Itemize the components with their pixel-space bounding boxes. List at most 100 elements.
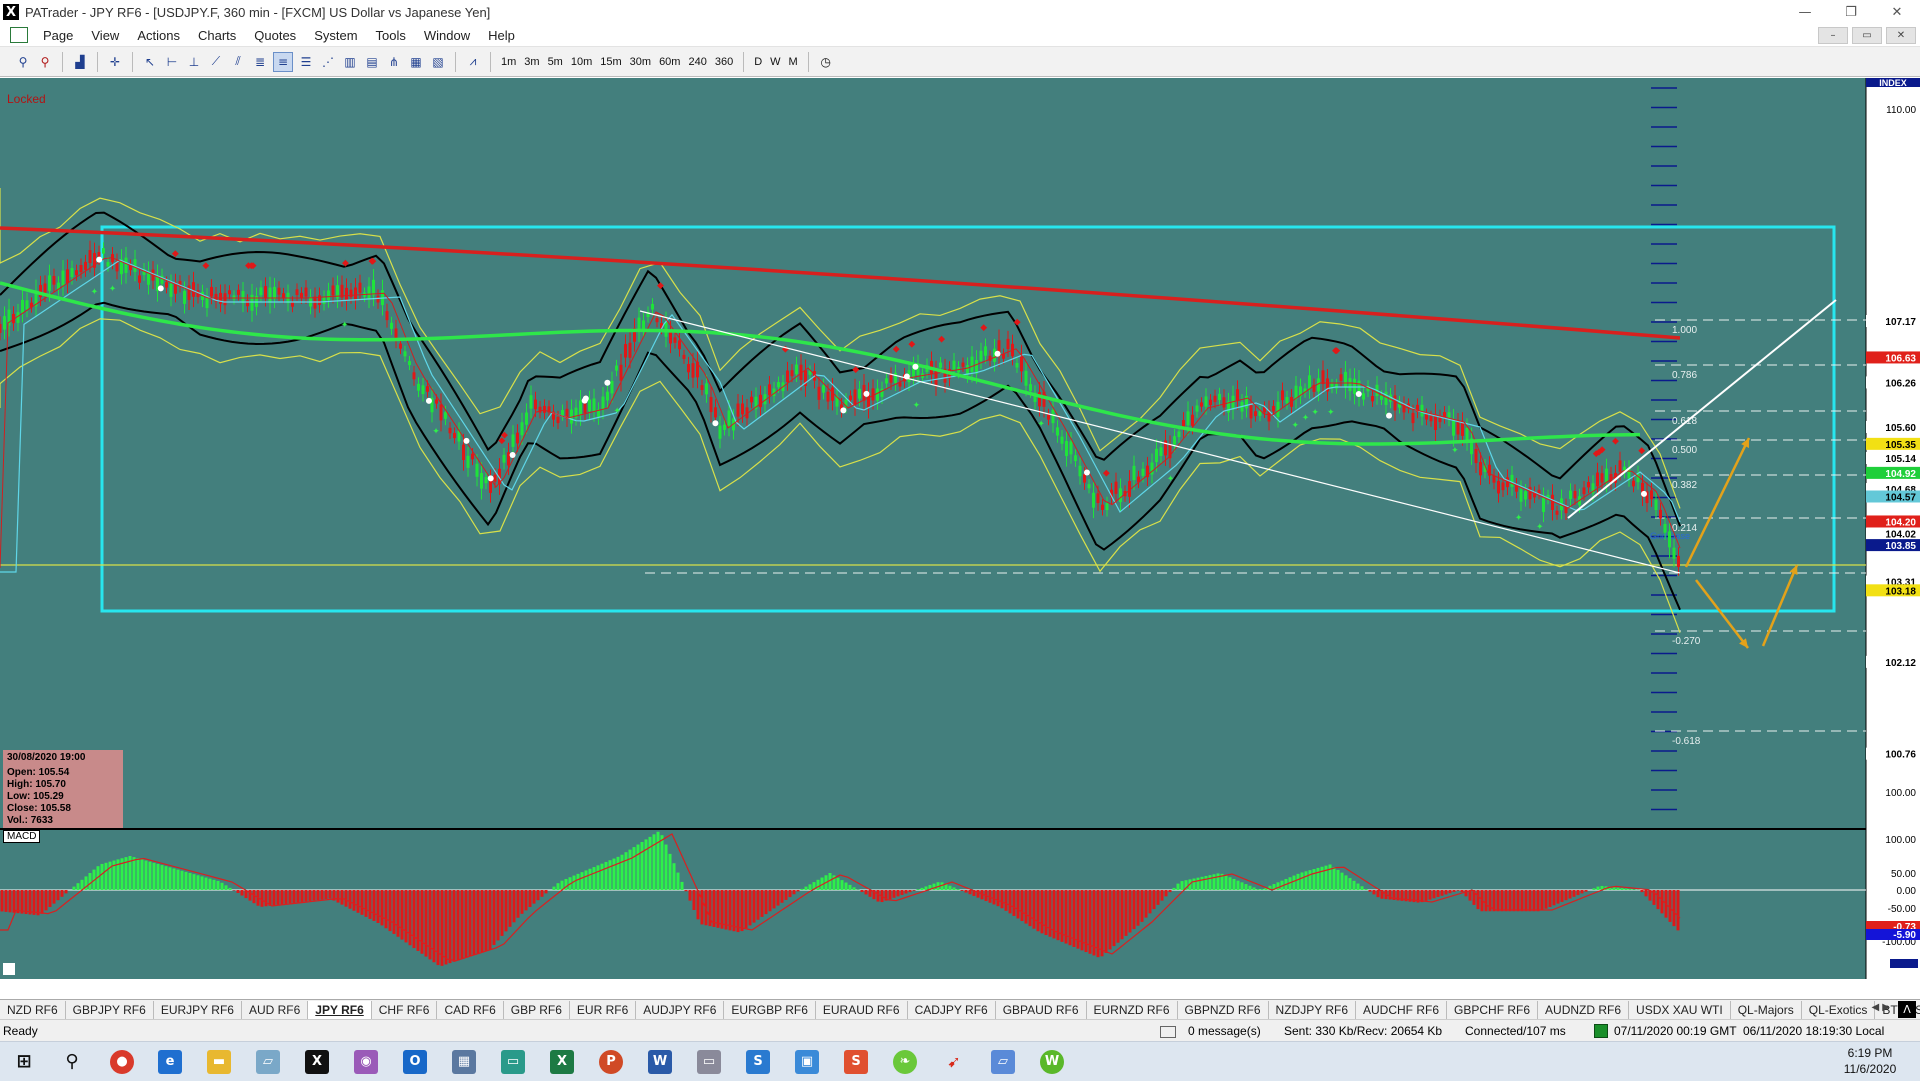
timeframe-30m[interactable]: 30m: [626, 56, 655, 68]
unlink-chart-icon[interactable]: ⚲: [36, 53, 54, 71]
tablet-app[interactable]: ▱: [244, 1042, 292, 1081]
ninja-app[interactable]: ❧: [881, 1042, 929, 1081]
tab-gbpjpy-rf6[interactable]: GBPJPY RF6: [66, 1001, 154, 1019]
tab-eurjpy-rf6[interactable]: EURJPY RF6: [154, 1001, 242, 1019]
menu-window[interactable]: Window: [415, 28, 479, 43]
mdi-close-button[interactable]: ✕: [1886, 27, 1916, 44]
explorer-app[interactable]: ▬: [195, 1042, 243, 1081]
start-button[interactable]: ⊞: [0, 1042, 48, 1081]
menu-quotes[interactable]: Quotes: [245, 28, 305, 43]
tab-cadjpy-rf6[interactable]: CADJPY RF6: [908, 1001, 996, 1019]
timeframe-360[interactable]: 360: [711, 56, 737, 68]
timeframe-monthly[interactable]: M: [785, 56, 802, 68]
menu-tools[interactable]: Tools: [367, 28, 415, 43]
gann-grid-icon[interactable]: ▥: [341, 53, 359, 71]
mdi-minimize-button[interactable]: –: [1818, 27, 1848, 44]
fib-extension-icon[interactable]: ☰: [297, 53, 315, 71]
tab-cad-rf6[interactable]: CAD RF6: [437, 1001, 503, 1019]
tab-euraud-rf6[interactable]: EURAUD RF6: [816, 1001, 908, 1019]
chrome-app[interactable]: ●: [98, 1042, 146, 1081]
tab-audchf-rf6[interactable]: AUDCHF RF6: [1356, 1001, 1447, 1019]
tab-eurnzd-rf6[interactable]: EURNZD RF6: [1087, 1001, 1178, 1019]
menu-system[interactable]: System: [305, 28, 366, 43]
system-clock[interactable]: 6:19 PM 11/6/2020: [1830, 1045, 1910, 1077]
search-button[interactable]: ⚲: [48, 1042, 96, 1081]
indicator-icon[interactable]: ⩘: [464, 53, 482, 71]
close-button[interactable]: ✕: [1874, 0, 1920, 24]
clock-icon[interactable]: ◷: [817, 53, 835, 71]
timeframe-1m[interactable]: 1m: [497, 56, 520, 68]
menu-help[interactable]: Help: [479, 28, 524, 43]
timeframe-5m[interactable]: 5m: [544, 56, 567, 68]
tab-audnzd-rf6[interactable]: AUDNZD RF6: [1538, 1001, 1629, 1019]
candle-body: [1340, 374, 1343, 381]
chart-type-icon[interactable]: ▟: [71, 53, 89, 71]
menu-charts[interactable]: Charts: [189, 28, 245, 43]
screen-app[interactable]: ▣: [783, 1042, 831, 1081]
menu-view[interactable]: View: [82, 28, 128, 43]
drive-app[interactable]: ▭: [685, 1042, 733, 1081]
channel-icon[interactable]: ⫽: [229, 53, 247, 71]
link-chart-icon[interactable]: ⚲: [14, 53, 32, 71]
tab-ql-exotics[interactable]: QL-Exotics: [1802, 1001, 1876, 1019]
timeframe-daily[interactable]: D: [750, 56, 766, 68]
tab-gbpchf-rf6[interactable]: GBPCHF RF6: [1447, 1001, 1538, 1019]
level-icon[interactable]: ▦: [407, 53, 425, 71]
vertical-line-icon[interactable]: ⊥: [185, 53, 203, 71]
word-app[interactable]: W: [636, 1042, 684, 1081]
price-chart[interactable]: INDEX1.0000.7860.6180.5000.3820.214-0.27…: [0, 78, 1920, 979]
monitor-app[interactable]: ▭: [489, 1042, 537, 1081]
menu-actions[interactable]: Actions: [128, 28, 189, 43]
bird-app[interactable]: ➹: [930, 1042, 978, 1081]
tab-eur-rf6[interactable]: EUR RF6: [570, 1001, 636, 1019]
tab-nzd-rf6[interactable]: NZD RF6: [0, 1001, 66, 1019]
snagit-editor-app[interactable]: S: [832, 1042, 880, 1081]
snagit-app[interactable]: S: [734, 1042, 782, 1081]
fib-retracement-icon[interactable]: ≣: [251, 53, 269, 71]
trend-line-icon[interactable]: ⟋: [207, 53, 225, 71]
pitchfork-icon[interactable]: ⋔: [385, 53, 403, 71]
tab-nzdjpy-rf6[interactable]: NZDJPY RF6: [1269, 1001, 1356, 1019]
crosshair-icon[interactable]: ✛: [106, 53, 124, 71]
calculator-app[interactable]: ▦: [440, 1042, 488, 1081]
chart-menu-icon[interactable]: [10, 27, 28, 43]
pointer-icon[interactable]: ↖: [141, 53, 159, 71]
tab-gbp-rf6[interactable]: GBP RF6: [504, 1001, 570, 1019]
laptop-app[interactable]: ▱: [979, 1042, 1027, 1081]
timeframe-15m[interactable]: 15m: [596, 56, 625, 68]
powerpoint-app[interactable]: P: [587, 1042, 635, 1081]
tab-scroll-arrows[interactable]: ◀ ▶: [1871, 1002, 1890, 1013]
restore-button[interactable]: ❐: [1828, 0, 1874, 24]
timeframe-weekly[interactable]: W: [766, 56, 784, 68]
mdi-restore-button[interactable]: ▭: [1852, 27, 1882, 44]
menu-page[interactable]: Page: [34, 28, 82, 43]
outlook-app[interactable]: O: [391, 1042, 439, 1081]
tab-usdx-xau-wti[interactable]: USDX XAU WTI: [1629, 1001, 1731, 1019]
tab-aud-rf6[interactable]: AUD RF6: [242, 1001, 308, 1019]
tab-ql-majors[interactable]: QL-Majors: [1731, 1001, 1802, 1019]
fan-icon[interactable]: ⋰: [319, 53, 337, 71]
minimize-button[interactable]: —: [1782, 0, 1828, 24]
timeframe-10m[interactable]: 10m: [567, 56, 596, 68]
timeframe-240[interactable]: 240: [684, 56, 710, 68]
patrader-app[interactable]: X: [293, 1042, 341, 1081]
tab-audjpy-rf6[interactable]: AUDJPY RF6: [636, 1001, 724, 1019]
timeframe-60m[interactable]: 60m: [655, 56, 684, 68]
tab-gbpaud-rf6[interactable]: GBPAUD RF6: [996, 1001, 1087, 1019]
fib-selected-icon[interactable]: ≡: [273, 52, 293, 72]
horizontal-line-icon[interactable]: ⊢: [163, 53, 181, 71]
timeframe-3m[interactable]: 3m: [520, 56, 543, 68]
excel-app[interactable]: X: [538, 1042, 586, 1081]
camera-app[interactable]: ◉: [342, 1042, 390, 1081]
rectangle-icon[interactable]: ▤: [363, 53, 381, 71]
tab-jpy-rf6[interactable]: JPY RF6: [308, 1001, 371, 1019]
edge-app[interactable]: e: [146, 1042, 194, 1081]
chart-area[interactable]: INDEX1.0000.7860.6180.5000.3820.214-0.27…: [0, 78, 1920, 979]
tab-gbpnzd-rf6[interactable]: GBPNZD RF6: [1178, 1001, 1269, 1019]
tab-chf-rf6[interactable]: CHF RF6: [372, 1001, 438, 1019]
tab-corner-icon[interactable]: Λ: [1898, 1001, 1916, 1018]
w-app[interactable]: W: [1028, 1042, 1076, 1081]
tab-eurgbp-rf6[interactable]: EURGBP RF6: [724, 1001, 815, 1019]
status-messages[interactable]: 0 message(s): [1188, 1024, 1261, 1038]
text-tool-icon[interactable]: ▧: [429, 53, 447, 71]
